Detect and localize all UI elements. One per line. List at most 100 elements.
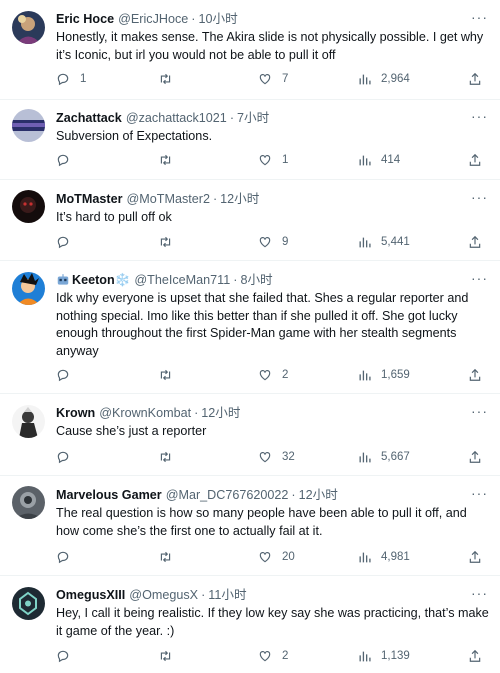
author-handle[interactable]: @MoTMaster2 <box>126 191 209 208</box>
tweet[interactable]: Marvelous Gamer @Mar_DC767620022 · 12小时 … <box>0 476 500 576</box>
heart-icon <box>259 237 271 248</box>
author-name[interactable]: Eric Hoce <box>56 11 114 28</box>
avatar[interactable] <box>12 272 45 305</box>
retweet-icon <box>160 650 171 662</box>
reply-icon <box>57 551 69 564</box>
robot-emoji-icon <box>57 274 69 285</box>
share-button[interactable] <box>468 153 490 167</box>
avatar[interactable] <box>12 486 45 519</box>
author-handle[interactable]: @KrownKombat <box>99 405 191 422</box>
like-count: 1 <box>282 154 289 166</box>
heart-icon <box>259 651 271 662</box>
views-bar-chart-icon <box>359 552 371 562</box>
like-button[interactable]: 2 <box>258 649 288 663</box>
tweet-text: Idk why everyone is upset that she faile… <box>56 291 472 358</box>
view-count: 414 <box>381 154 401 166</box>
reply-button[interactable] <box>56 153 80 167</box>
reply-icon <box>57 650 69 663</box>
timestamp[interactable]: 11小时 <box>208 587 246 604</box>
reply-button[interactable]: 1 <box>56 72 86 86</box>
author-name[interactable]: Marvelous Gamer <box>56 487 162 504</box>
heart-icon <box>259 452 271 463</box>
views-button[interactable]: 1,659 <box>358 369 410 382</box>
avatar[interactable] <box>12 587 45 620</box>
views-button[interactable]: 4,981 <box>358 551 410 564</box>
more-dots-icon[interactable]: ··· <box>471 190 488 204</box>
views-button[interactable]: 2,964 <box>358 73 410 86</box>
author-handle[interactable]: @TheIceMan711 <box>134 272 230 289</box>
retweet-button[interactable] <box>158 153 183 167</box>
avatar[interactable] <box>12 109 45 142</box>
views-button[interactable]: 5,667 <box>358 451 410 464</box>
view-count: 5,441 <box>381 236 410 248</box>
retweet-button[interactable] <box>158 550 183 564</box>
like-count: 7 <box>282 73 289 85</box>
author-name[interactable]: Krown <box>56 405 95 422</box>
like-button[interactable]: 7 <box>258 72 288 86</box>
share-button[interactable] <box>468 235 490 249</box>
like-button[interactable]: 32 <box>258 450 295 464</box>
retweet-button[interactable] <box>158 72 183 86</box>
retweet-button[interactable] <box>158 450 183 464</box>
avatar[interactable] <box>12 11 45 44</box>
more-dots-icon[interactable]: ··· <box>471 10 488 24</box>
author-name[interactable]: MoTMaster <box>56 191 122 208</box>
author-handle[interactable]: @Mar_DC767620022 <box>166 487 289 504</box>
views-button[interactable]: 5,441 <box>358 236 410 249</box>
share-icon <box>469 72 481 85</box>
views-button[interactable]: 1,139 <box>358 650 410 663</box>
separator: · <box>291 487 296 502</box>
share-button[interactable] <box>468 368 490 382</box>
avatar[interactable] <box>12 190 45 223</box>
separator: · <box>233 272 238 287</box>
reply-button[interactable] <box>56 550 80 564</box>
avatar[interactable] <box>12 405 45 438</box>
author-handle[interactable]: @EricJHoce <box>118 11 188 28</box>
author-name[interactable]: Zachattack <box>56 110 122 127</box>
like-count: 32 <box>282 451 295 463</box>
retweet-button[interactable] <box>158 368 183 382</box>
author-handle[interactable]: @OmegusX <box>129 587 198 604</box>
more-dots-icon[interactable]: ··· <box>471 271 488 285</box>
timestamp[interactable]: 12小时 <box>299 487 338 504</box>
author-name[interactable]: Keeton <box>72 272 115 289</box>
more-dots-icon[interactable]: ··· <box>471 486 488 500</box>
timestamp[interactable]: 12小时 <box>201 405 240 422</box>
views-bar-chart-icon <box>359 74 371 84</box>
more-dots-icon[interactable]: ··· <box>471 404 488 418</box>
reply-button[interactable] <box>56 235 80 249</box>
tweet-text: Subversion of Expectations. <box>56 129 213 143</box>
tweet[interactable]: Eric Hoce @EricJHoce · 10小时 ··· Honestly… <box>0 0 500 100</box>
reply-button[interactable] <box>56 450 80 464</box>
tweet[interactable]: Krown @KrownKombat · 12小时 ··· Cause she’… <box>0 394 500 476</box>
timestamp[interactable]: 12小时 <box>220 191 259 208</box>
reply-button[interactable] <box>56 649 80 663</box>
views-button[interactable]: 414 <box>358 154 400 167</box>
reply-feed: Eric Hoce @EricJHoce · 10小时 ··· Honestly… <box>0 0 500 673</box>
tweet[interactable]: Zachattack @zachattack1021 · 7小时 ··· Sub… <box>0 100 500 180</box>
more-dots-icon[interactable]: ··· <box>471 109 488 123</box>
share-button[interactable] <box>468 550 490 564</box>
tweet[interactable]: Keeton ❄️ @TheIceMan711 · 8小时 ··· Idk wh… <box>0 261 500 394</box>
tweet[interactable]: MoTMaster @MoTMaster2 · 12小时 ··· It’s ha… <box>0 180 500 261</box>
share-button[interactable] <box>468 72 490 86</box>
tweet-text: Cause she’s just a reporter <box>56 424 207 438</box>
author-handle[interactable]: @zachattack1021 <box>126 110 227 127</box>
timestamp[interactable]: 7小时 <box>237 110 269 127</box>
tweet[interactable]: OmegusXIII @OmegusX · 11小时 ··· Hey, I ca… <box>0 576 500 673</box>
more-dots-icon[interactable]: ··· <box>471 586 488 600</box>
like-button[interactable]: 1 <box>258 153 288 167</box>
like-button[interactable]: 20 <box>258 550 295 564</box>
like-button[interactable]: 2 <box>258 368 288 382</box>
like-button[interactable]: 9 <box>258 235 288 249</box>
timestamp[interactable]: 8小时 <box>240 272 272 289</box>
retweet-button[interactable] <box>158 649 183 663</box>
timestamp[interactable]: 10小时 <box>198 11 237 28</box>
share-button[interactable] <box>468 649 490 663</box>
heart-icon <box>259 155 271 166</box>
reply-icon <box>57 451 69 464</box>
retweet-button[interactable] <box>158 235 183 249</box>
share-button[interactable] <box>468 450 490 464</box>
reply-button[interactable] <box>56 368 80 382</box>
author-name[interactable]: OmegusXIII <box>56 587 125 604</box>
